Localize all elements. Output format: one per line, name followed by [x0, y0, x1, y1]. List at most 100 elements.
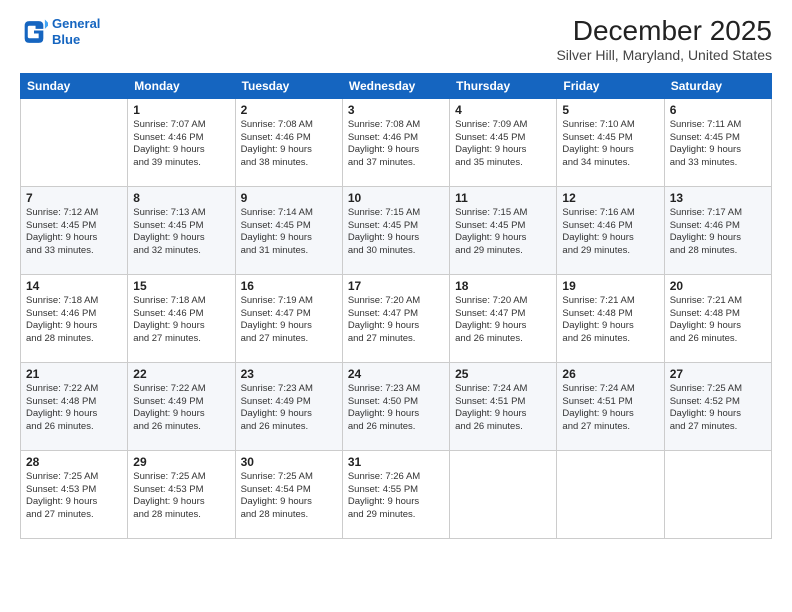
day-info: Sunrise: 7:16 AM Sunset: 4:46 PM Dayligh…: [562, 207, 658, 258]
day-number: 14: [26, 279, 122, 293]
day-info: Sunrise: 7:22 AM Sunset: 4:48 PM Dayligh…: [26, 383, 122, 434]
calendar-cell: 27Sunrise: 7:25 AM Sunset: 4:52 PM Dayli…: [664, 362, 771, 450]
calendar-cell: 18 Sunrise: 7:20 AM Sunset: 4:47 PM Dayli…: [450, 274, 557, 362]
header-cell-thursday: Thursday: [450, 73, 557, 98]
day-info: Sunrise: 7:24 AM Sunset: 4:51 PM Dayligh…: [562, 383, 658, 434]
day-info: Sunrise: 7:08 AM Sunset: 4:46 PM Dayligh…: [241, 119, 337, 170]
day-number: 20: [670, 279, 766, 293]
calendar-cell: [21, 98, 128, 186]
day-number: 4: [455, 103, 551, 117]
day-number: 6: [670, 103, 766, 117]
day-info: Sunrise: 7:25 AM Sunset: 4:53 PM Dayligh…: [133, 471, 229, 522]
logo: General Blue: [20, 16, 100, 47]
calendar-cell: 3 Sunrise: 7:08 AM Sunset: 4:46 PM Daylig…: [342, 98, 449, 186]
calendar-cell: 13Sunrise: 7:17 AM Sunset: 4:46 PM Dayli…: [664, 186, 771, 274]
calendar-cell: 1 Sunrise: 7:07 AM Sunset: 4:46 PM Daylig…: [128, 98, 235, 186]
day-info: Sunrise: 7:08 AM Sunset: 4:46 PM Dayligh…: [348, 119, 444, 170]
calendar-cell: 28Sunrise: 7:25 AM Sunset: 4:53 PM Dayli…: [21, 450, 128, 538]
day-info: Sunrise: 7:11 AM Sunset: 4:45 PM Dayligh…: [670, 119, 766, 170]
day-info: Sunrise: 7:24 AM Sunset: 4:51 PM Dayligh…: [455, 383, 551, 434]
calendar-cell: 22 Sunrise: 7:22 AM Sunset: 4:49 PM Dayli…: [128, 362, 235, 450]
calendar-cell: 8 Sunrise: 7:13 AM Sunset: 4:45 PM Daylig…: [128, 186, 235, 274]
header-row: SundayMondayTuesdayWednesdayThursdayFrid…: [21, 73, 772, 98]
header-cell-friday: Friday: [557, 73, 664, 98]
calendar-table: SundayMondayTuesdayWednesdayThursdayFrid…: [20, 73, 772, 539]
day-number: 7: [26, 191, 122, 205]
day-info: Sunrise: 7:13 AM Sunset: 4:45 PM Dayligh…: [133, 207, 229, 258]
calendar-cell: [664, 450, 771, 538]
header-cell-tuesday: Tuesday: [235, 73, 342, 98]
day-number: 24: [348, 367, 444, 381]
day-number: 31: [348, 455, 444, 469]
day-number: 1: [133, 103, 229, 117]
calendar-cell: 21 Sunrise: 7:22 AM Sunset: 4:48 PM Dayli…: [21, 362, 128, 450]
day-number: 22: [133, 367, 229, 381]
logo-icon: [20, 18, 48, 46]
calendar-cell: 17Sunrise: 7:20 AM Sunset: 4:47 PM Dayli…: [342, 274, 449, 362]
day-info: Sunrise: 7:22 AM Sunset: 4:49 PM Dayligh…: [133, 383, 229, 434]
day-number: 3: [348, 103, 444, 117]
day-info: Sunrise: 7:10 AM Sunset: 4:45 PM Dayligh…: [562, 119, 658, 170]
calendar-cell: 31 Sunrise: 7:26 AM Sunset: 4:55 PM Dayli…: [342, 450, 449, 538]
day-number: 30: [241, 455, 337, 469]
header: General Blue December 2025 Silver Hill, …: [20, 16, 772, 63]
calendar-cell: 11 Sunrise: 7:15 AM Sunset: 4:45 PM Dayli…: [450, 186, 557, 274]
day-number: 9: [241, 191, 337, 205]
week-row-4: 28Sunrise: 7:25 AM Sunset: 4:53 PM Dayli…: [21, 450, 772, 538]
day-number: 19: [562, 279, 658, 293]
day-info: Sunrise: 7:26 AM Sunset: 4:55 PM Dayligh…: [348, 471, 444, 522]
calendar-cell: 29Sunrise: 7:25 AM Sunset: 4:53 PM Dayli…: [128, 450, 235, 538]
calendar-cell: 20Sunrise: 7:21 AM Sunset: 4:48 PM Dayli…: [664, 274, 771, 362]
calendar-header: SundayMondayTuesdayWednesdayThursdayFrid…: [21, 73, 772, 98]
week-row-3: 21 Sunrise: 7:22 AM Sunset: 4:48 PM Dayli…: [21, 362, 772, 450]
week-row-2: 14 Sunrise: 7:18 AM Sunset: 4:46 PM Dayli…: [21, 274, 772, 362]
day-info: Sunrise: 7:18 AM Sunset: 4:46 PM Dayligh…: [26, 295, 122, 346]
calendar-cell: 25 Sunrise: 7:24 AM Sunset: 4:51 PM Dayli…: [450, 362, 557, 450]
day-info: Sunrise: 7:20 AM Sunset: 4:47 PM Dayligh…: [348, 295, 444, 346]
day-info: Sunrise: 7:20 AM Sunset: 4:47 PM Dayligh…: [455, 295, 551, 346]
day-number: 2: [241, 103, 337, 117]
calendar-cell: 12 Sunrise: 7:16 AM Sunset: 4:46 PM Dayli…: [557, 186, 664, 274]
day-number: 21: [26, 367, 122, 381]
day-info: Sunrise: 7:17 AM Sunset: 4:46 PM Dayligh…: [670, 207, 766, 258]
calendar-cell: [557, 450, 664, 538]
day-info: Sunrise: 7:25 AM Sunset: 4:54 PM Dayligh…: [241, 471, 337, 522]
day-info: Sunrise: 7:21 AM Sunset: 4:48 PM Dayligh…: [562, 295, 658, 346]
calendar-body: 1 Sunrise: 7:07 AM Sunset: 4:46 PM Daylig…: [21, 98, 772, 538]
day-info: Sunrise: 7:25 AM Sunset: 4:53 PM Dayligh…: [26, 471, 122, 522]
calendar-cell: 2 Sunrise: 7:08 AM Sunset: 4:46 PM Daylig…: [235, 98, 342, 186]
calendar-cell: 14 Sunrise: 7:18 AM Sunset: 4:46 PM Dayli…: [21, 274, 128, 362]
calendar-cell: 16Sunrise: 7:19 AM Sunset: 4:47 PM Dayli…: [235, 274, 342, 362]
calendar-cell: 30 Sunrise: 7:25 AM Sunset: 4:54 PM Dayli…: [235, 450, 342, 538]
calendar-cell: 10Sunrise: 7:15 AM Sunset: 4:45 PM Dayli…: [342, 186, 449, 274]
day-info: Sunrise: 7:23 AM Sunset: 4:50 PM Dayligh…: [348, 383, 444, 434]
logo-line1: General: [52, 16, 100, 31]
day-info: Sunrise: 7:19 AM Sunset: 4:47 PM Dayligh…: [241, 295, 337, 346]
subtitle: Silver Hill, Maryland, United States: [556, 47, 772, 63]
day-info: Sunrise: 7:07 AM Sunset: 4:46 PM Dayligh…: [133, 119, 229, 170]
calendar-cell: 23Sunrise: 7:23 AM Sunset: 4:49 PM Dayli…: [235, 362, 342, 450]
day-info: Sunrise: 7:14 AM Sunset: 4:45 PM Dayligh…: [241, 207, 337, 258]
day-info: Sunrise: 7:09 AM Sunset: 4:45 PM Dayligh…: [455, 119, 551, 170]
calendar-cell: 9 Sunrise: 7:14 AM Sunset: 4:45 PM Daylig…: [235, 186, 342, 274]
logo-text: General Blue: [52, 16, 100, 47]
calendar-cell: 19 Sunrise: 7:21 AM Sunset: 4:48 PM Dayli…: [557, 274, 664, 362]
day-number: 12: [562, 191, 658, 205]
day-info: Sunrise: 7:12 AM Sunset: 4:45 PM Dayligh…: [26, 207, 122, 258]
day-info: Sunrise: 7:23 AM Sunset: 4:49 PM Dayligh…: [241, 383, 337, 434]
title-block: December 2025 Silver Hill, Maryland, Uni…: [556, 16, 772, 63]
week-row-0: 1 Sunrise: 7:07 AM Sunset: 4:46 PM Daylig…: [21, 98, 772, 186]
day-info: Sunrise: 7:15 AM Sunset: 4:45 PM Dayligh…: [455, 207, 551, 258]
header-cell-saturday: Saturday: [664, 73, 771, 98]
day-number: 15: [133, 279, 229, 293]
day-number: 18: [455, 279, 551, 293]
calendar-cell: 5 Sunrise: 7:10 AM Sunset: 4:45 PM Daylig…: [557, 98, 664, 186]
calendar-cell: 7 Sunrise: 7:12 AM Sunset: 4:45 PM Daylig…: [21, 186, 128, 274]
calendar-cell: 6 Sunrise: 7:11 AM Sunset: 4:45 PM Daylig…: [664, 98, 771, 186]
calendar-cell: [450, 450, 557, 538]
day-number: 11: [455, 191, 551, 205]
calendar-cell: 24 Sunrise: 7:23 AM Sunset: 4:50 PM Dayli…: [342, 362, 449, 450]
day-number: 8: [133, 191, 229, 205]
day-number: 25: [455, 367, 551, 381]
day-number: 5: [562, 103, 658, 117]
